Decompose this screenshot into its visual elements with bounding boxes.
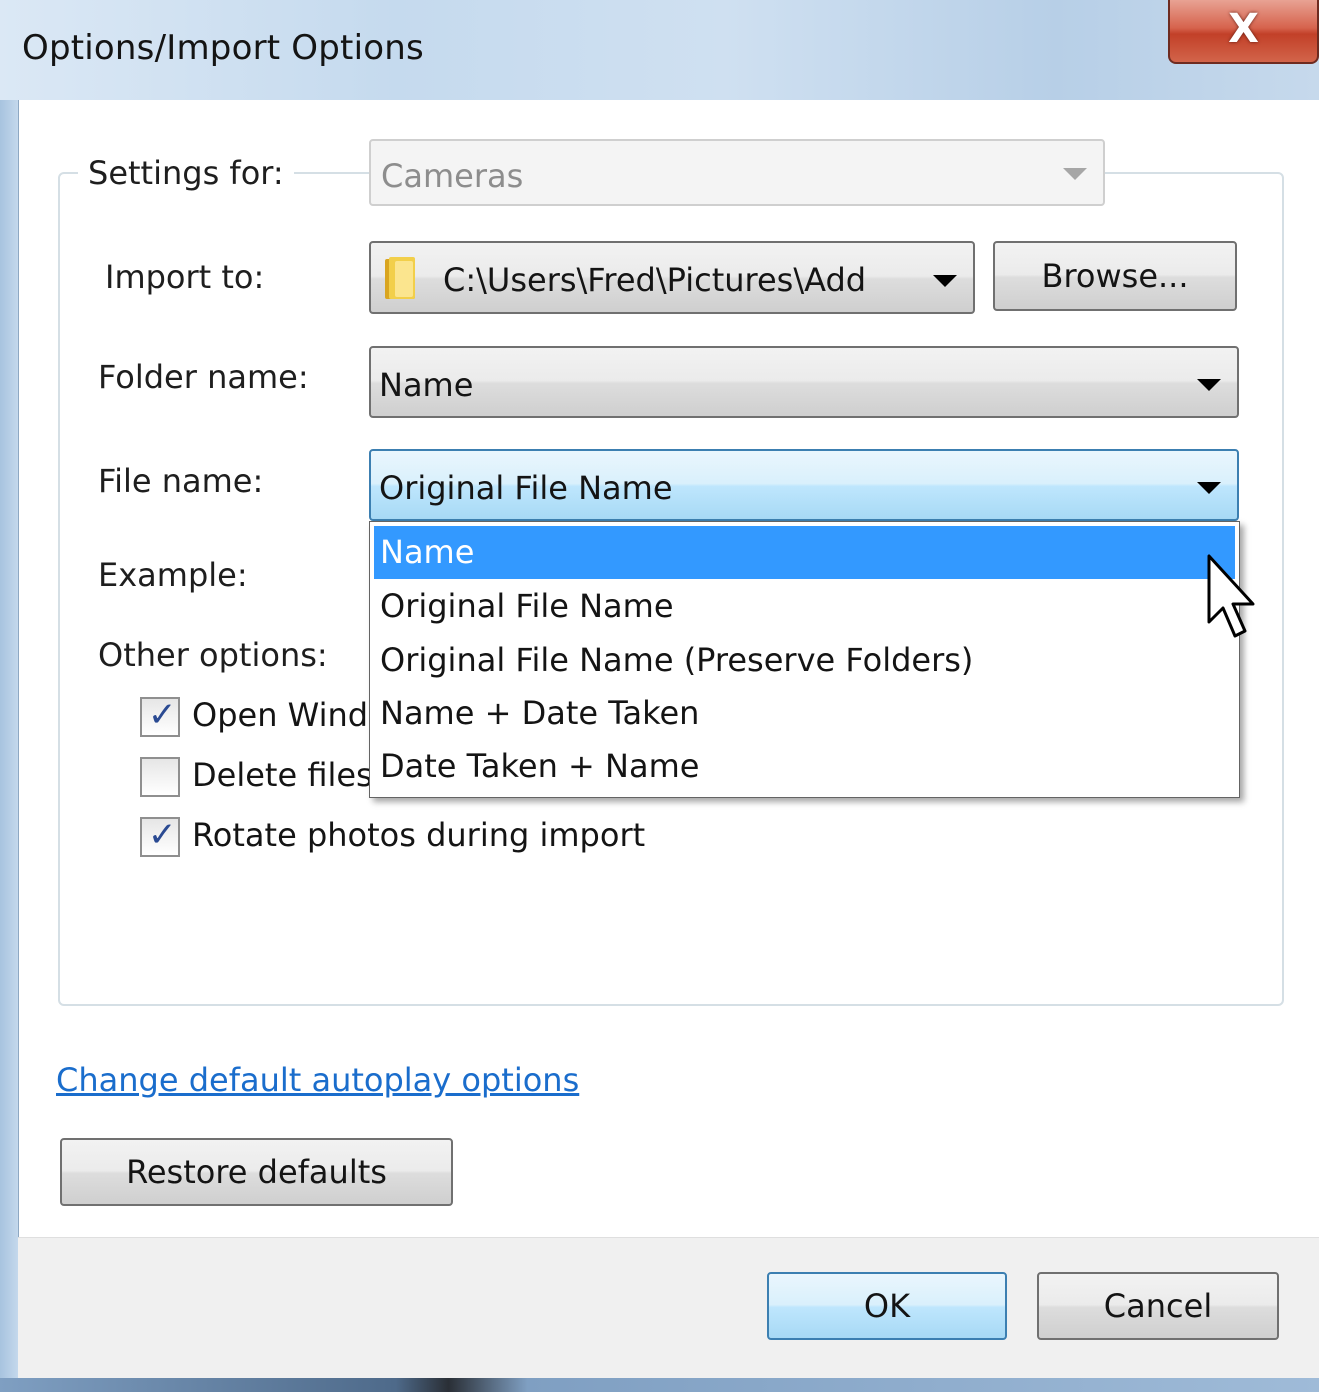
cancel-button[interactable]: Cancel [1037, 1272, 1279, 1340]
dropdown-option-name-date-taken[interactable]: Name + Date Taken [374, 687, 1235, 740]
delete-files-checkbox[interactable] [140, 757, 180, 797]
chevron-down-icon [933, 275, 957, 287]
folder-name-value: Name [379, 366, 474, 404]
window-title: Options/Import Options [22, 28, 424, 68]
settings-for-value: Cameras [381, 157, 524, 195]
autoplay-options-link[interactable]: Change default autoplay options [56, 1061, 579, 1099]
dialog-window: Options/Import Options X Settings for: C… [0, 0, 1319, 1392]
dropdown-option-original-preserve-folders[interactable]: Original File Name (Preserve Folders) [374, 634, 1235, 687]
import-to-select[interactable]: C:\Users\Fred\Pictures\Add [369, 241, 975, 314]
mouse-pointer-icon [1207, 554, 1255, 638]
rotate-photos-label[interactable]: Rotate photos during import [192, 816, 645, 854]
delete-files-label[interactable]: Delete files [192, 756, 373, 794]
close-icon: X [1228, 6, 1259, 52]
window-frame-bottom [0, 1378, 1319, 1392]
folder-name-label: Folder name: [98, 358, 309, 396]
import-to-value: C:\Users\Fred\Pictures\Add [443, 261, 867, 299]
example-label: Example: [98, 556, 248, 594]
ok-button[interactable]: OK [767, 1272, 1007, 1340]
close-button[interactable]: X [1168, 0, 1319, 64]
dropdown-option-original-file-name[interactable]: Original File Name [374, 580, 1235, 633]
file-name-select[interactable]: Original File Name [369, 449, 1239, 521]
import-to-label: Import to: [105, 258, 265, 296]
folder-icon [385, 257, 415, 299]
rotate-photos-checkbox[interactable]: ✓ [140, 815, 180, 857]
folder-name-select[interactable]: Name [369, 346, 1239, 418]
checkmark-icon: ✓ [148, 815, 177, 855]
chevron-down-icon [1197, 379, 1221, 391]
chevron-down-icon [1063, 168, 1087, 180]
settings-for-label: Settings for: [78, 154, 294, 192]
chevron-down-icon [1197, 482, 1221, 494]
file-name-value: Original File Name [379, 469, 673, 507]
title-bar[interactable]: Options/Import Options X [0, 0, 1319, 100]
open-windows-label[interactable]: Open Wind [192, 696, 368, 734]
window-frame-left [0, 100, 18, 1378]
restore-defaults-button[interactable]: Restore defaults [60, 1138, 453, 1206]
other-options-label: Other options: [98, 636, 328, 674]
dropdown-option-name[interactable]: Name [374, 526, 1235, 579]
file-name-dropdown-list: Name Original File Name Original File Na… [369, 521, 1240, 798]
open-windows-checkbox[interactable]: ✓ [140, 695, 180, 737]
dropdown-option-date-taken-name[interactable]: Date Taken + Name [374, 740, 1235, 793]
checkmark-icon: ✓ [148, 695, 177, 735]
file-name-label: File name: [98, 462, 264, 500]
settings-for-select: Cameras [369, 139, 1105, 206]
browse-button[interactable]: Browse... [993, 241, 1237, 311]
